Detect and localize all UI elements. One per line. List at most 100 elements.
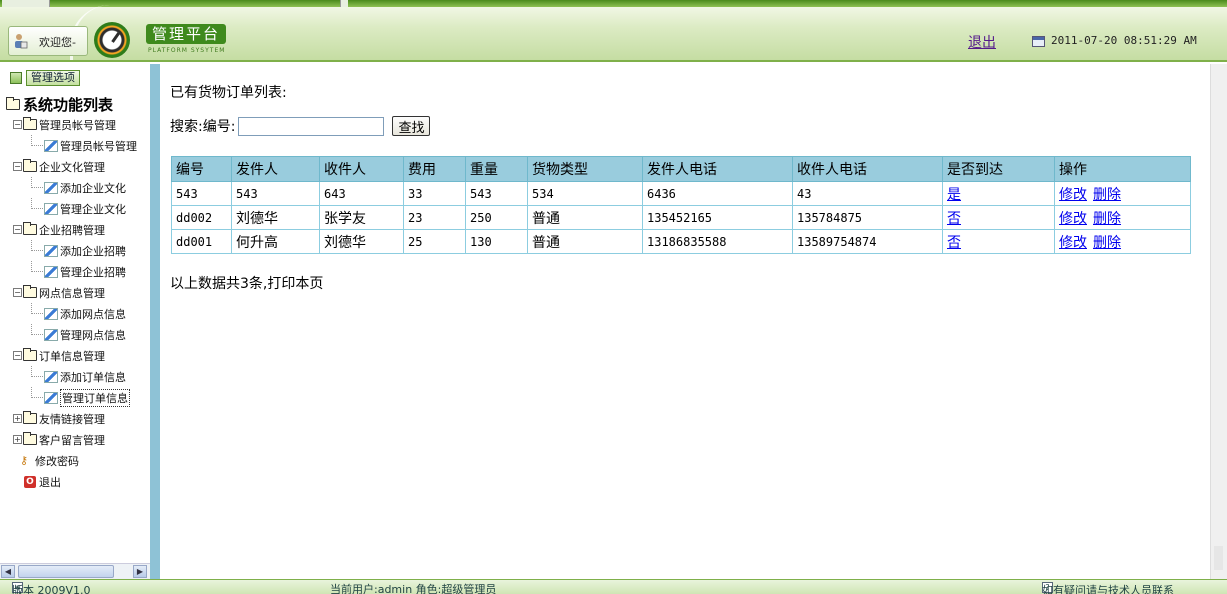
key-icon: ⚷ (20, 453, 29, 467)
sidebar-horizontal-scrollbar[interactable]: ◀ ▶ (0, 563, 150, 579)
table-row: 543 543 643 33 543 534 6436 43 是修改 删除 (171, 181, 1191, 206)
sidebar-group[interactable]: + 客户留言管理 (13, 429, 105, 450)
edit-page-icon (44, 139, 58, 152)
collapse-toggle-icon[interactable]: − (13, 120, 22, 129)
main-content: 已有货物订单列表: 搜索:编号: 查找 编号 发件人 收件人 费用 重量 货物类… (160, 64, 1210, 579)
sidebar-item-label: 企业招聘管理 (39, 223, 105, 237)
expand-toggle-icon[interactable]: + (13, 414, 22, 423)
folder-icon (23, 117, 37, 130)
browser-tab-fragment (2, 0, 50, 7)
arrived-status-link[interactable]: 否 (947, 235, 961, 251)
welcome-box: 欢迎您- (8, 26, 88, 56)
sidebar-item[interactable]: O 退出 (24, 471, 61, 492)
sidebar-item[interactable]: 管理企业招聘 (31, 261, 126, 282)
sidebar-group[interactable]: − 订单信息管理 (13, 345, 105, 366)
tree-connector (31, 177, 43, 188)
search-bar: 搜索:编号: 查找 (170, 116, 431, 136)
cell-receiver: 643 (319, 181, 404, 206)
cell-cargo-type: 普通 (527, 205, 643, 230)
column-header: 是否到达 (942, 156, 1055, 182)
folder-icon (6, 97, 20, 110)
datetime-display: 2011-07-20 08:51:29 AM (1051, 34, 1197, 47)
delete-link[interactable]: 删除 (1093, 211, 1121, 227)
folder-icon (23, 348, 37, 361)
collapse-toggle-icon[interactable]: − (13, 225, 22, 234)
sidebar-item-label: 添加网点信息 (60, 307, 126, 321)
delete-link[interactable]: 删除 (1093, 187, 1121, 203)
folder-icon (23, 285, 37, 298)
cell-id: dd001 (171, 229, 232, 254)
sidebar-item[interactable]: 添加企业招聘 (31, 240, 126, 261)
sidebar-item-label: 友情链接管理 (39, 412, 105, 426)
table-row: dd002 刘德华 张学友 23 250 普通 135452165 135784875 否 修改删… (171, 205, 1191, 230)
sidebar-item[interactable]: 管理企业文化 (31, 198, 126, 219)
exit-icon: O (24, 475, 36, 488)
edit-link[interactable]: 修改 (1059, 235, 1087, 251)
main-vertical-scrollbar[interactable] (1210, 64, 1227, 579)
cell-cargo-type: 534 (527, 181, 643, 206)
sidebar-group[interactable]: − 网点信息管理 (13, 282, 105, 303)
brand-subtitle: PLATFORM SYSYTEM (148, 47, 226, 54)
tree-connector (31, 198, 43, 209)
collapse-toggle-icon[interactable]: − (13, 351, 22, 360)
expand-toggle-icon[interactable]: + (13, 435, 22, 444)
sidebar-tree: 管理选项 系统功能列表 − 管理员帐号管理 管理员帐号管理 − 企业文化管理 添加企业文化… (0, 64, 150, 564)
options-button[interactable]: 管理选项 (26, 69, 80, 86)
cell-arrived: 否 (942, 205, 1055, 230)
sidebar-item[interactable]: 添加网点信息 (31, 303, 126, 324)
sidebar-item[interactable]: 添加订单信息 (31, 366, 126, 387)
search-button[interactable]: 查找 (392, 116, 431, 136)
sidebar-item[interactable]: 管理员帐号管理 (31, 135, 137, 156)
arrived-status-link[interactable]: 否 (947, 211, 961, 227)
sidebar-item-label: 网点信息管理 (39, 286, 105, 300)
sidebar-item[interactable]: ⚷ 修改密码 (20, 450, 79, 471)
column-header: 操作 (1054, 156, 1191, 182)
sidebar-group[interactable]: + 友情链接管理 (13, 408, 105, 429)
browser-tab-fragment (340, 0, 348, 7)
sidebar-item[interactable]: 管理订单信息 (31, 387, 130, 408)
sidebar-item-label: 添加订单信息 (60, 370, 126, 384)
sidebar-item-label: 修改密码 (35, 454, 79, 468)
column-header: 费用 (403, 156, 466, 182)
tree-connector (31, 240, 43, 251)
sidebar-group[interactable]: − 企业招聘管理 (13, 219, 105, 240)
sidebar-item[interactable]: 管理网点信息 (31, 324, 126, 345)
sidebar-group[interactable]: − 管理员帐号管理 (13, 114, 116, 135)
cell-sender: 刘德华 (231, 205, 320, 230)
edit-page-icon (44, 244, 58, 257)
logout-link[interactable]: 退出 (968, 32, 996, 52)
collapse-toggle-icon[interactable]: − (13, 162, 22, 171)
sidebar-title-text: 系统功能列表 (23, 96, 114, 114)
cell-sender-phone: 135452165 (642, 205, 793, 230)
delete-link[interactable]: 删除 (1093, 235, 1121, 251)
cell-id: dd002 (171, 205, 232, 230)
tree-connector (31, 261, 43, 272)
column-header: 货物类型 (527, 156, 643, 182)
cell-fee: 23 (403, 205, 466, 230)
sidebar-group[interactable]: − 企业文化管理 (13, 156, 105, 177)
edit-link[interactable]: 修改 (1059, 187, 1087, 203)
brand-title: 管理平台 (146, 24, 226, 44)
sidebar: 管理选项 系统功能列表 − 管理员帐号管理 管理员帐号管理 − 企业文化管理 添加企业文化… (0, 64, 160, 579)
scrollbar-thumb[interactable] (1214, 546, 1223, 570)
folder-icon (23, 222, 37, 235)
collapse-toggle-icon[interactable]: − (13, 288, 22, 297)
sidebar-item-label: 管理企业招聘 (60, 265, 126, 279)
folder-icon (23, 159, 37, 172)
scroll-right-arrow-icon[interactable]: ▶ (133, 565, 147, 578)
edit-link[interactable]: 修改 (1059, 211, 1087, 227)
arrived-status-link[interactable]: 是 (947, 187, 961, 203)
sidebar-item-label: 管理订单信息 (60, 388, 130, 407)
cell-sender: 何升高 (231, 229, 320, 254)
scrollbar-thumb[interactable] (18, 565, 114, 578)
sidebar-item-label: 客户留言管理 (39, 433, 105, 447)
tree-connector (31, 366, 43, 377)
cell-id: 543 (171, 181, 232, 206)
column-header: 发件人 (231, 156, 320, 182)
edit-page-icon (44, 265, 58, 278)
sidebar-item[interactable]: 添加企业文化 (31, 177, 126, 198)
cell-actions: 修改 删除 (1054, 205, 1191, 230)
cell-receiver-phone: 43 (792, 181, 943, 206)
scroll-left-arrow-icon[interactable]: ◀ (1, 565, 15, 578)
search-input[interactable] (238, 116, 385, 136)
